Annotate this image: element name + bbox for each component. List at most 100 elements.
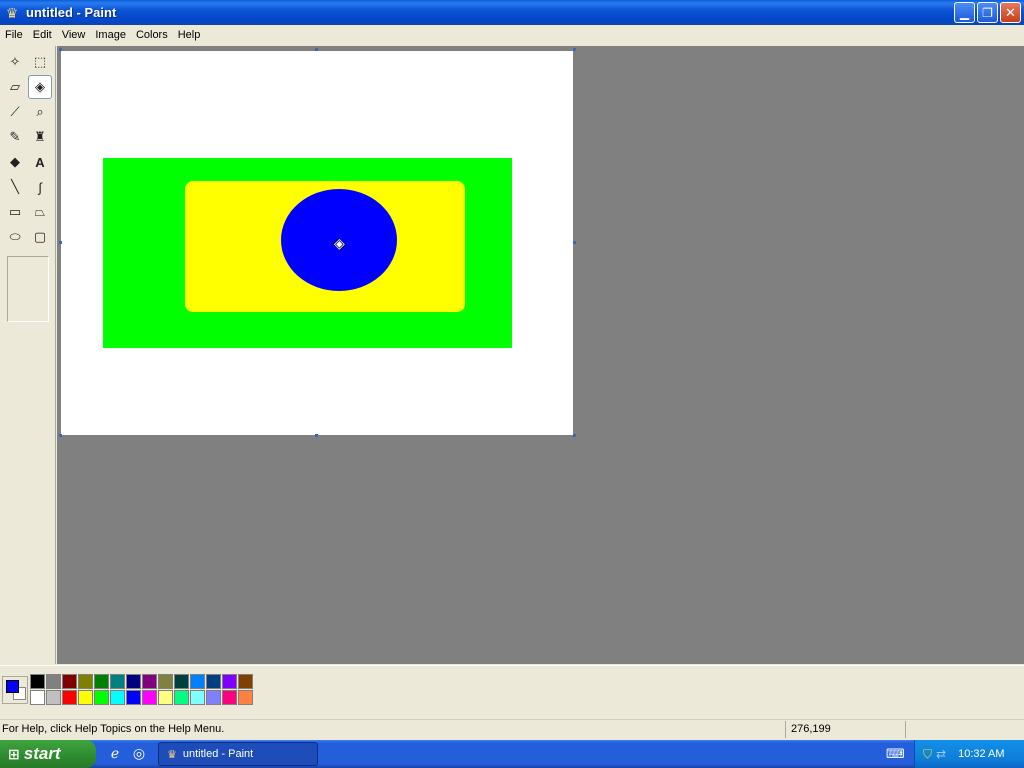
minimize-button[interactable]: ▁ <box>954 2 975 23</box>
tool-ellipse[interactable]: ⬭ <box>3 225 27 249</box>
palette-swatch[interactable] <box>238 674 253 689</box>
tool-options-box[interactable] <box>7 256 49 322</box>
resize-handle-bottom-left[interactable] <box>59 434 62 437</box>
palette-swatch[interactable] <box>62 674 77 689</box>
keyboard-icon[interactable]: ⌨ <box>886 746 905 762</box>
palette-swatch[interactable] <box>62 690 77 705</box>
start-button[interactable]: ⊞ start <box>0 740 96 768</box>
tool-fill-with-color[interactable]: ◈ <box>28 75 52 99</box>
palette-swatch[interactable] <box>30 690 45 705</box>
palette-swatch[interactable] <box>158 690 173 705</box>
maximize-button[interactable]: ❐ <box>977 2 998 23</box>
foreground-color-swatch[interactable] <box>6 680 19 693</box>
paint-app-icon[interactable]: ♛ <box>4 5 20 21</box>
menu-file[interactable]: File <box>0 29 28 41</box>
resize-handle-top-left[interactable] <box>59 48 62 51</box>
menu-view[interactable]: View <box>57 29 91 41</box>
status-bar: For Help, click Help Topics on the Help … <box>0 719 1024 739</box>
pencil-icon: ✎ <box>9 129 21 144</box>
current-colors[interactable] <box>2 676 28 704</box>
palette-swatch[interactable] <box>126 674 141 689</box>
taskbar-task-label: untitled - Paint <box>182 748 254 760</box>
drawing-canvas[interactable]: ◈ <box>61 51 573 435</box>
taskbar: ⊞ start ℯ ◎ ♛ untitled - Paint ⌨ ⛉ ⇄ 10:… <box>0 740 1024 768</box>
tool-line[interactable]: ╲ <box>3 175 27 199</box>
line-icon: ╲ <box>11 179 19 194</box>
clock: 10:32 AM <box>958 748 1005 760</box>
start-label: start <box>23 744 61 763</box>
palette-swatch[interactable] <box>110 674 125 689</box>
palette-swatch[interactable] <box>206 690 221 705</box>
window-controls: ▁ ❐ ✕ <box>954 2 1021 23</box>
tool-eraser[interactable]: ▱ <box>3 75 27 99</box>
workspace: ◈ <box>57 46 1024 664</box>
resize-handle-bottom[interactable] <box>315 434 318 437</box>
tool-pick-color[interactable]: ⟋ <box>3 100 27 124</box>
polygon-icon: ⏢ <box>34 204 46 219</box>
resize-handle-top-right[interactable] <box>573 48 576 51</box>
text-icon: A <box>35 154 45 170</box>
minimize-icon: ▁ <box>959 5 970 20</box>
windows-logo-icon: ⊞ <box>8 745 20 762</box>
palette-swatch[interactable] <box>110 690 125 705</box>
palette-swatch[interactable] <box>78 690 93 705</box>
resize-handle-top[interactable] <box>315 48 318 51</box>
tool-text[interactable]: A <box>28 150 52 174</box>
free-form-select-icon: ✧ <box>9 54 21 69</box>
color-box <box>0 665 1024 713</box>
network-icon[interactable]: ⇄ <box>936 747 946 761</box>
palette-swatch[interactable] <box>174 674 189 689</box>
palette-swatch[interactable] <box>190 690 205 705</box>
palette-swatch[interactable] <box>174 690 189 705</box>
tool-polygon[interactable]: ⏢ <box>28 200 52 224</box>
palette-swatch[interactable] <box>158 674 173 689</box>
resize-handle-left[interactable] <box>59 241 62 244</box>
palette-swatch[interactable] <box>94 690 109 705</box>
palette-swatch[interactable] <box>30 674 45 689</box>
palette-swatch[interactable] <box>142 690 157 705</box>
brush-icon: ♜ <box>34 129 46 144</box>
tool-rectangle[interactable]: ▭ <box>3 200 27 224</box>
tool-magnifier[interactable]: ⌕ <box>28 100 52 124</box>
tool-airbrush[interactable]: ◆ <box>3 150 27 174</box>
paint-app-icon: ♛ <box>167 748 177 761</box>
quick-launch: ℯ ◎ <box>106 744 148 762</box>
palette-swatch[interactable] <box>46 690 61 705</box>
ellipse-icon: ⬭ <box>9 229 21 244</box>
palette-swatch[interactable] <box>94 674 109 689</box>
title-bar: ♛ untitled - Paint ▁ ❐ ✕ <box>0 0 1024 25</box>
tool-select[interactable]: ⬚ <box>28 50 52 74</box>
security-shield-icon[interactable]: ⛉ <box>923 747 932 762</box>
browser-icon[interactable]: ◎ <box>130 744 148 762</box>
color-palette <box>30 674 254 706</box>
palette-swatch[interactable] <box>238 690 253 705</box>
palette-swatch[interactable] <box>78 674 93 689</box>
internet-explorer-icon[interactable]: ℯ <box>106 744 124 762</box>
palette-swatch[interactable] <box>126 690 141 705</box>
menu-help[interactable]: Help <box>173 29 206 41</box>
pick-color-icon: ⟋ <box>10 104 20 119</box>
tool-pencil[interactable]: ✎ <box>3 125 27 149</box>
palette-swatch[interactable] <box>46 674 61 689</box>
cursor-coordinates: 276,199 <box>785 721 905 738</box>
menu-edit[interactable]: Edit <box>28 29 57 41</box>
taskbar-paint-button[interactable]: ♛ untitled - Paint <box>158 742 318 766</box>
palette-swatch[interactable] <box>142 674 157 689</box>
fill-with-color-icon: ◈ <box>35 79 45 94</box>
tool-curve[interactable]: ∫ <box>28 175 52 199</box>
menu-bar: File Edit View Image Colors Help <box>0 25 1024 45</box>
tool-brush[interactable]: ♜ <box>28 125 52 149</box>
resize-handle-bottom-right[interactable] <box>573 434 576 437</box>
magnifier-icon: ⌕ <box>36 104 44 119</box>
tool-free-form-select[interactable]: ✧ <box>3 50 27 74</box>
palette-swatch[interactable] <box>206 674 221 689</box>
close-button[interactable]: ✕ <box>1000 2 1021 23</box>
palette-swatch[interactable] <box>190 674 205 689</box>
menu-colors[interactable]: Colors <box>131 29 173 41</box>
system-tray: ⛉ ⇄ 10:32 AM <box>914 740 1024 768</box>
menu-image[interactable]: Image <box>90 29 131 41</box>
palette-swatch[interactable] <box>222 674 237 689</box>
tool-rounded-rectangle[interactable]: ▢ <box>28 225 52 249</box>
palette-swatch[interactable] <box>222 690 237 705</box>
resize-handle-right[interactable] <box>573 241 576 244</box>
